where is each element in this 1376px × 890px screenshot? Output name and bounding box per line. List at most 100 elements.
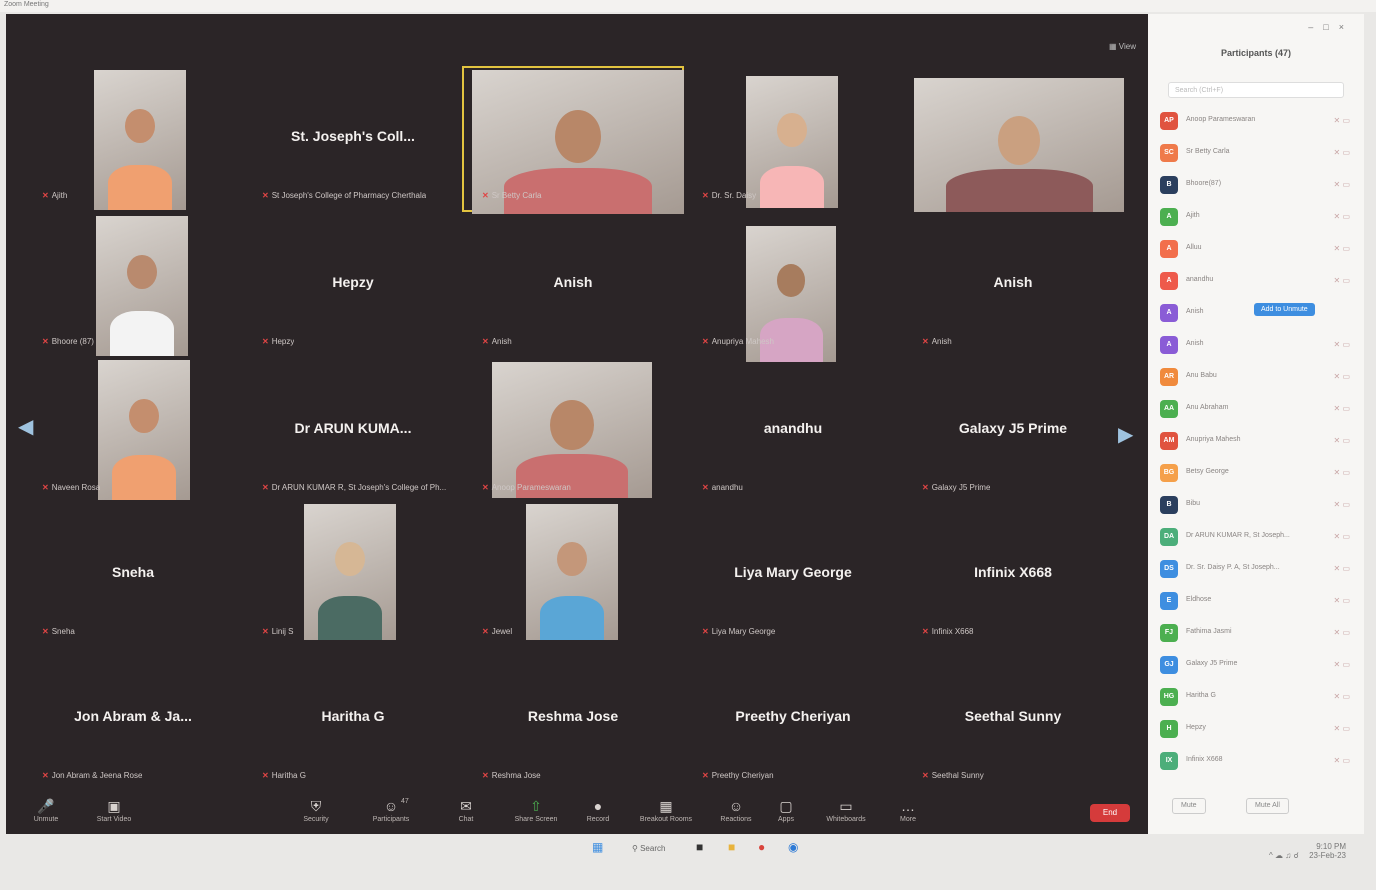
participant-name: anandhu — [1186, 276, 1214, 283]
taskbar-search[interactable]: ⚲ Search — [632, 844, 665, 853]
participant-row[interactable]: A Anish Add to Unmute — [1158, 300, 1358, 332]
participant-tile[interactable]: Anish ✕ Anish — [464, 214, 682, 356]
apps-button[interactable]: ▢ Apps — [756, 798, 816, 823]
muted-mic-icon: ✕ — [42, 337, 49, 346]
muted-mic-icon: ✕ — [482, 771, 489, 780]
avatar: B — [1160, 496, 1178, 514]
mute-button[interactable]: Mute — [1172, 798, 1206, 814]
participant-row[interactable]: AP Anoop Parameswaran ✕ ▭ — [1158, 108, 1358, 140]
mute-all-button[interactable]: Mute All — [1246, 798, 1289, 814]
share-screen-button[interactable]: ⇧ Share Screen — [506, 798, 566, 823]
participant-tile[interactable]: Preethy Cheriyan ✕ Preethy Cheriyan — [684, 648, 902, 790]
start-video-icon: ▣ — [107, 798, 121, 814]
more-button[interactable]: … More — [878, 798, 938, 823]
participant-tile[interactable]: Dr ARUN KUMA... ✕ Dr ARUN KUMAR R, St Jose… — [244, 360, 462, 502]
participant-tile[interactable]: Jon Abram & Ja... ✕ Jon Abram & Jeena Rose — [24, 648, 242, 790]
participant-tile[interactable]: ✕ Anoop Parameswaran — [464, 360, 682, 502]
security-button[interactable]: ⛨ Security — [286, 798, 346, 823]
participant-tile[interactable] — [904, 68, 1124, 212]
participant-tile[interactable]: Reshma Jose ✕ Reshma Jose — [464, 648, 682, 790]
file-explorer-icon[interactable]: ■ — [728, 840, 735, 854]
breakout-rooms-button[interactable]: ▦ Breakout Rooms — [636, 798, 696, 823]
participant-tile[interactable]: ✕ Dr. Sr. Daisy — [684, 68, 902, 210]
participant-row[interactable]: AR Anu Babu ✕ ▭ — [1158, 364, 1358, 396]
participant-row[interactable]: A Ajith ✕ ▭ — [1158, 204, 1358, 236]
participant-tile[interactable]: ✕ Jewel — [464, 504, 682, 646]
start-menu-icon[interactable]: ▦ — [592, 840, 603, 854]
mic-video-status-icon: ✕ ▭ — [1333, 596, 1350, 605]
participant-row[interactable]: B Bhoore(87) ✕ ▭ — [1158, 172, 1358, 204]
start-video-button[interactable]: ▣ Start Video — [84, 798, 144, 823]
end-button[interactable]: End — [1090, 804, 1130, 822]
participant-row[interactable]: IX Infinix X668 ✕ ▭ — [1158, 748, 1358, 780]
participant-row[interactable]: HG Haritha G ✕ ▭ — [1158, 684, 1358, 716]
participant-display-name: Liya Mary George — [734, 564, 852, 580]
next-page-arrow-icon[interactable]: ▶ — [1118, 422, 1133, 447]
participants-label: Participants — [372, 816, 410, 823]
participant-tile[interactable]: St. Joseph's Coll... ✕ St Joseph's College… — [244, 68, 462, 210]
window-title: Zoom Meeting — [4, 1, 49, 8]
participant-tile[interactable]: ✕ Anupriya Mahesh — [684, 214, 902, 362]
participant-video — [94, 70, 186, 210]
chat-button[interactable]: ✉ Chat — [436, 798, 496, 823]
more-label: More — [900, 816, 916, 823]
participant-tile[interactable]: Hepzy ✕ Hepzy — [244, 214, 462, 356]
participant-row[interactable]: A Alluu ✕ ▭ — [1158, 236, 1358, 268]
share-screen-icon: ⇧ — [530, 798, 542, 814]
participant-row[interactable]: Aanandhu ✕ ▭ — [1158, 268, 1358, 300]
mic-video-status-icon: ✕ ▭ — [1333, 500, 1350, 509]
participant-tile[interactable]: anandhu ✕ anandhu — [684, 360, 902, 502]
participant-row[interactable]: DS Dr. Sr. Daisy P. A, St Joseph... ✕ ▭ — [1158, 556, 1358, 588]
participants-button[interactable]: ☺ Participants 47 — [361, 798, 421, 823]
participant-name: Hepzy — [1186, 724, 1206, 731]
participant-caption: ✕ Sneha — [42, 627, 75, 636]
participant-tile[interactable]: ✕ Sr Betty Carla — [462, 66, 684, 214]
view-button[interactable]: ▦ View — [1109, 42, 1136, 51]
participant-tile[interactable]: Liya Mary George ✕ Liya Mary George — [684, 504, 902, 646]
participants-search-input[interactable]: Search (Ctrl+F) — [1168, 82, 1344, 98]
task-view-icon[interactable]: ■ — [696, 840, 703, 854]
participant-tile[interactable]: ✕ Naveen Rosa — [24, 360, 242, 502]
participant-row[interactable]: GJ Galaxy J5 Prime ✕ ▭ — [1158, 652, 1358, 684]
participant-tile[interactable]: Sneha ✕ Sneha — [24, 504, 242, 646]
participant-caption-label: Sr Betty Carla — [491, 191, 542, 200]
participant-row[interactable]: B Bibu ✕ ▭ — [1158, 492, 1358, 524]
record-button[interactable]: ● Record — [568, 798, 628, 823]
whiteboards-button[interactable]: ▭ Whiteboards — [816, 798, 876, 823]
participant-tile[interactable]: Anish ✕ Anish — [904, 214, 1122, 356]
participant-name: Bibu — [1186, 500, 1201, 507]
meeting-area: ▦ View ✕ Ajith St. Joseph's Coll... ✕ St Jos… — [6, 14, 1148, 834]
zoom-app-icon[interactable]: ◉ — [788, 840, 798, 854]
ask-to-unmute-button[interactable]: Add to Unmute — [1254, 303, 1315, 316]
participant-tile[interactable]: ✕ Linij S — [244, 504, 462, 646]
prev-page-arrow-icon[interactable]: ◀ — [18, 414, 33, 439]
participant-row[interactable]: A Anish ✕ ▭ — [1158, 332, 1358, 364]
participant-row[interactable]: BG Betsy George ✕ ▭ — [1158, 460, 1358, 492]
participant-tile[interactable]: Infinix X668 ✕ Infinix X668 — [904, 504, 1122, 646]
participant-row[interactable]: SC Sr Betty Carla ✕ ▭ — [1158, 140, 1358, 172]
participant-row[interactable]: DA Dr ARUN KUMAR R, St Joseph... ✕ ▭ — [1158, 524, 1358, 556]
tray-icons[interactable]: ^ ☁ ♫ ☌ — [1269, 851, 1299, 860]
participant-row[interactable]: AA Anu Abraham ✕ ▭ — [1158, 396, 1358, 428]
mic-video-status-icon: ✕ ▭ — [1333, 756, 1350, 765]
participant-caption: ✕ Dr. Sr. Daisy — [702, 191, 756, 200]
participant-display-name: Reshma Jose — [527, 708, 619, 724]
participant-video — [98, 360, 190, 500]
participant-row[interactable]: H Hepzy ✕ ▭ — [1158, 716, 1358, 748]
participant-row[interactable]: AM Anupriya Mahesh ✕ ▭ — [1158, 428, 1358, 460]
participant-name: Betsy George — [1186, 468, 1229, 475]
participant-name: Anu Abraham — [1186, 404, 1229, 411]
participant-name: Infinix X668 — [1186, 756, 1223, 763]
participant-tile[interactable]: ✕ Ajith — [24, 68, 242, 210]
chrome-icon[interactable]: ● — [758, 840, 765, 854]
person-head — [997, 115, 1041, 165]
participant-tile[interactable]: ✕ Bhoore (87) — [24, 214, 242, 356]
panel-window-controls[interactable]: –□× — [1308, 22, 1354, 32]
participant-row[interactable]: FJ Fathima Jasmi ✕ ▭ — [1158, 620, 1358, 652]
participant-tile[interactable]: Haritha G ✕ Haritha G — [244, 648, 462, 790]
participant-tile[interactable]: Seethal Sunny ✕ Seethal Sunny — [904, 648, 1122, 790]
mic-video-status-icon: ✕ ▭ — [1333, 468, 1350, 477]
unmute-button[interactable]: 🎤 Unmute — [16, 798, 76, 823]
participant-row[interactable]: E Eldhose ✕ ▭ — [1158, 588, 1358, 620]
participant-tile[interactable]: Galaxy J5 Prime ✕ Galaxy J5 Prime — [904, 360, 1122, 502]
